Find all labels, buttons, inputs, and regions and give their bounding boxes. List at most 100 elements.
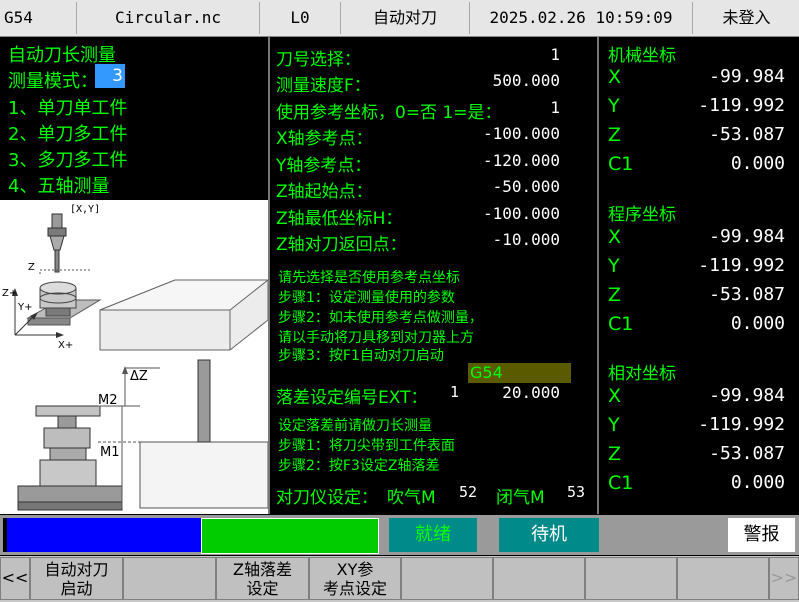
- axis-label: Z: [608, 284, 622, 306]
- next-page-button[interactable]: >>: [769, 557, 799, 600]
- blow-label: 吹气M: [387, 488, 436, 508]
- param-label: 刀号选择：: [276, 50, 361, 70]
- instruction-text: 请以手动将刀具移到对刀器上方: [278, 330, 474, 346]
- param-value-input[interactable]: -100.000: [483, 204, 560, 223]
- axis-label: C1: [608, 472, 634, 494]
- mode-label: 测量模式：: [8, 71, 98, 92]
- f3-z-offset-button[interactable]: Z轴落差 设定: [216, 557, 309, 600]
- f1-auto-tool-set-button[interactable]: 自动对刀 启动: [30, 557, 123, 600]
- instruction-text: 步骤3：按F1自动对刀启动: [278, 348, 444, 364]
- param-value-input[interactable]: -120.000: [483, 151, 560, 170]
- axis-label: Z: [608, 443, 622, 465]
- axis-value: -53.087: [709, 443, 785, 464]
- axis-value: -119.992: [698, 414, 785, 435]
- coord-section-title: 相对坐标: [608, 364, 676, 384]
- prev-page-button[interactable]: <<: [0, 557, 30, 600]
- axis-value: -53.087: [709, 284, 785, 305]
- login-status[interactable]: 未登入: [692, 2, 799, 34]
- softkey-label: 设定: [246, 579, 279, 598]
- xy-coord-label: [X,Y]: [70, 204, 100, 215]
- param-label: Z轴起始点：: [276, 182, 373, 202]
- delta-z-label: ΔZ: [130, 369, 148, 384]
- param-label: 使用参考坐标，0=否 1=是：: [276, 103, 502, 123]
- y-plus-label: Y+: [17, 302, 33, 313]
- mode-indicator: 自动对刀: [340, 2, 469, 34]
- close-m-input[interactable]: 53: [567, 483, 585, 501]
- ready-status: 就绪: [389, 518, 477, 552]
- coord-system-indicator: G54: [4, 8, 33, 27]
- f8-empty-button[interactable]: [677, 557, 769, 600]
- blow-m-input[interactable]: 52: [459, 483, 477, 501]
- level-indicator: L0: [259, 2, 340, 34]
- instruction-text: 步骤1：将刀尖带到工件表面: [278, 438, 455, 454]
- progress-bar-green: [201, 518, 379, 554]
- mode-option[interactable]: 4、五轴测量: [8, 172, 109, 198]
- f2-empty-button[interactable]: [123, 557, 216, 600]
- alarm-button[interactable]: 警报: [728, 518, 795, 552]
- parameter-panel: 刀号选择： 1 测量速度F： 500.000 使用参考坐标，0=否 1=是： 1…: [270, 37, 596, 514]
- axis-label: Y: [608, 255, 620, 277]
- close-label: 闭气M: [496, 488, 545, 508]
- mode-option[interactable]: 3、多刀多工件: [8, 146, 127, 172]
- setter-label: 对刀仪设定：: [276, 488, 378, 508]
- param-label: 测量速度F：: [276, 76, 371, 96]
- param-value-input[interactable]: 500.000: [493, 71, 560, 90]
- param-label: Z轴最低坐标H：: [276, 209, 403, 229]
- axis-value: -99.984: [709, 66, 785, 87]
- softkey-label: 自动对刀: [44, 560, 109, 579]
- axis-label: Y: [608, 414, 620, 436]
- offset-label: 落差设定编号EXT：: [276, 388, 428, 408]
- m1-label: M1: [100, 445, 120, 460]
- instruction-text: 步骤1：设定测量使用的参数: [278, 290, 455, 306]
- x-plus-label: X+: [58, 340, 73, 351]
- top-status-bar: G54 Circular.nc L0 自动对刀 2025.02.26 10:59…: [0, 0, 799, 37]
- param-label: Y轴参考点：: [276, 156, 372, 176]
- softkey-label: XY参: [336, 560, 374, 579]
- program-name: Circular.nc: [76, 2, 259, 34]
- axis-label: Z: [608, 124, 622, 146]
- z-plus-label: Z+: [2, 288, 17, 299]
- axis-label: X: [608, 226, 622, 248]
- z-axis-label: Z: [28, 262, 35, 273]
- param-value-input[interactable]: 1: [550, 45, 560, 64]
- softkey-label: 考点设定: [322, 579, 387, 598]
- f6-empty-button[interactable]: [493, 557, 585, 600]
- axis-value: 0.000: [730, 472, 785, 493]
- panel-divider: [597, 37, 599, 514]
- param-value-input[interactable]: 1: [550, 98, 560, 117]
- instruction-text: 步骤2：如未使用参考点做测量，: [278, 310, 483, 326]
- instruction-text: 设定落差前请做刀长测量: [278, 418, 432, 434]
- m2-label: M2: [98, 393, 118, 408]
- mode-option[interactable]: 2、单刀多工件: [8, 120, 127, 146]
- param-value-input[interactable]: -50.000: [493, 177, 560, 196]
- axis-label: X: [608, 385, 622, 407]
- tool-setter-illustration: [X,Y] Z Z+ Y+ X+: [2, 204, 270, 351]
- f7-empty-button[interactable]: [585, 557, 677, 600]
- axis-label: X: [608, 66, 622, 88]
- axis-value: -119.992: [698, 95, 785, 116]
- axis-label: Y: [608, 95, 620, 117]
- param-value-input[interactable]: -100.000: [483, 124, 560, 143]
- z-offset-illustration: ΔZ M2 M1: [17, 359, 269, 511]
- softkey-label: 启动: [60, 579, 93, 598]
- datetime-display: 2025.02.26 10:59:09: [469, 2, 692, 34]
- axis-label: C1: [608, 313, 634, 335]
- axis-value: -99.984: [709, 226, 785, 247]
- softkey-label: Z轴落差: [233, 560, 292, 579]
- axis-value: -119.992: [698, 255, 785, 276]
- axis-value: 0.000: [730, 153, 785, 174]
- measure-mode-panel: 自动刀长测量 测量模式： 3 1、单刀单工件 2、单刀多工件 3、多刀多工件 4…: [0, 37, 268, 200]
- offset-ext-input[interactable]: 1: [450, 383, 459, 401]
- axis-value: -99.984: [709, 385, 785, 406]
- progress-bar-blue: [3, 518, 203, 552]
- offset-value-input[interactable]: 20.000: [502, 383, 560, 402]
- param-value-input[interactable]: -10.000: [493, 230, 560, 249]
- mode-value-input[interactable]: 3: [95, 64, 125, 88]
- axis-value: 0.000: [730, 313, 785, 334]
- tool-setter-diagram: [X,Y] Z Z+ Y+ X+: [0, 200, 270, 352]
- f5-empty-button[interactable]: [401, 557, 493, 600]
- z-offset-diagram: ΔZ M2 M1: [0, 352, 269, 514]
- coordinates-panel: 机械坐标 X -99.984 Y -119.992 Z -53.087 C1 0…: [600, 37, 799, 514]
- f4-xy-ref-point-button[interactable]: XY参 考点设定: [309, 557, 401, 600]
- mode-option[interactable]: 1、单刀单工件: [8, 94, 127, 120]
